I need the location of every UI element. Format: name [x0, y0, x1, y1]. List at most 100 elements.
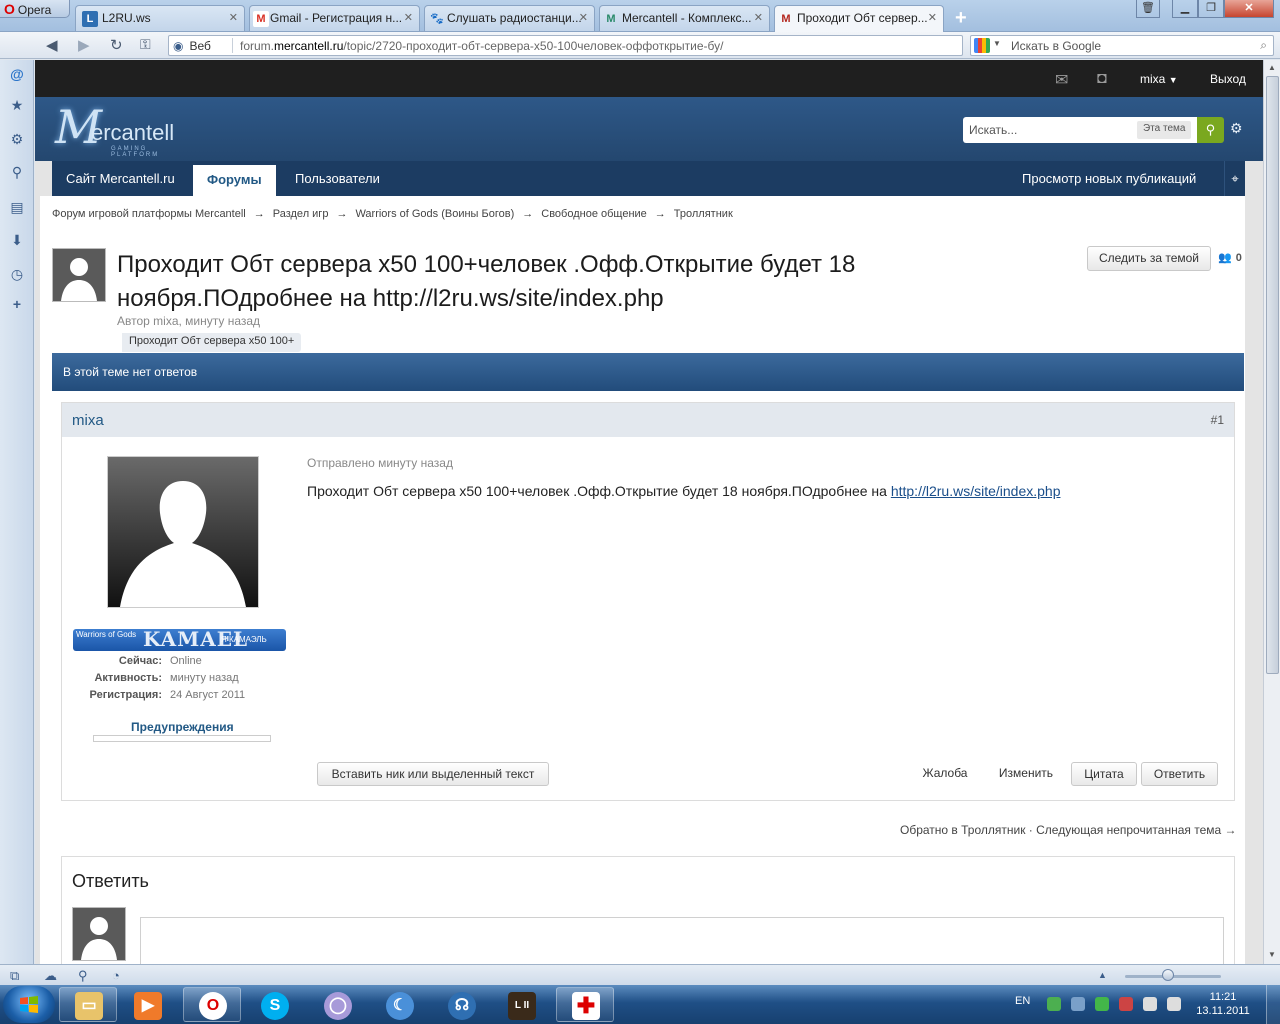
- close-tab-icon[interactable]: ✕: [579, 11, 588, 24]
- language-indicator[interactable]: EN: [1015, 995, 1030, 1007]
- downloads-icon[interactable]: ⬇: [9, 232, 25, 248]
- chevron-down-icon[interactable]: ▼: [993, 39, 1001, 48]
- browser-tab[interactable]: 🐾 Слушать радиостанци... ✕: [424, 5, 595, 31]
- topic-bottom-nav[interactable]: Обратно в Троллятник · Следующая непрочи…: [900, 823, 1237, 837]
- taskbar-lineage[interactable]: L II: [492, 987, 550, 1022]
- browser-tab[interactable]: M Gmail - Регистрация н... ✕: [249, 5, 420, 31]
- taskbar-media-player[interactable]: ▶: [118, 987, 176, 1022]
- panel-toggle-icon[interactable]: ⧉: [10, 968, 19, 984]
- web-scope[interactable]: ◉ Веб: [173, 39, 211, 53]
- post-link[interactable]: http://l2ru.ws/site/index.php: [891, 483, 1061, 499]
- tab-site[interactable]: Сайт Mercantell.ru: [52, 161, 189, 196]
- breadcrumb-link[interactable]: Свободное общение: [541, 208, 647, 220]
- scroll-up-icon[interactable]: ▲: [1268, 63, 1276, 72]
- follow-topic-button[interactable]: Следить за темой: [1087, 246, 1211, 271]
- mercantell-logo[interactable]: M ercantell GAMING PLATFORM: [55, 100, 195, 158]
- report-link[interactable]: Жалоба: [915, 762, 975, 786]
- bookmarks-star-icon[interactable]: ★: [9, 97, 25, 113]
- map-pin-icon[interactable]: ⌖: [1224, 161, 1245, 196]
- taskbar-app[interactable]: ✚: [556, 987, 614, 1022]
- reply-button[interactable]: Ответить: [1141, 762, 1218, 786]
- notifications-icon[interactable]: ◘: [1097, 70, 1107, 88]
- taskbar-app[interactable]: ◯: [308, 987, 366, 1022]
- url-text[interactable]: forum.mercantell.ru/topic/2720-проходит-…: [240, 39, 723, 53]
- start-button[interactable]: [3, 986, 55, 1023]
- notes-icon[interactable]: ▤: [9, 199, 25, 215]
- taskbar-app[interactable]: ☾: [370, 987, 428, 1022]
- widgets-gear-icon[interactable]: ⚙: [9, 131, 25, 147]
- address-field[interactable]: ◉ Веб forum.mercantell.ru/topic/2720-прох…: [168, 35, 963, 56]
- breadcrumb-link[interactable]: Warriors of Gods (Воины Богов): [355, 208, 514, 220]
- reload-icon[interactable]: ↻: [110, 36, 123, 54]
- browser-tab-active[interactable]: M Проходит Обт сервер... ✕: [774, 5, 944, 32]
- followers-count[interactable]: 👥 0: [1218, 251, 1242, 264]
- post-author-avatar[interactable]: [107, 456, 259, 608]
- zoom-slider-handle[interactable]: [1162, 969, 1174, 981]
- site-search-input[interactable]: Искать... Эта тема: [963, 117, 1197, 143]
- restore-button[interactable]: ❐: [1198, 0, 1224, 18]
- minimize-button[interactable]: ▁: [1172, 0, 1198, 18]
- key-icon[interactable]: ⚿: [140, 36, 151, 53]
- messages-envelope-icon[interactable]: ✉: [1055, 70, 1068, 90]
- tray-app-icon[interactable]: [1071, 997, 1085, 1011]
- warnings-label[interactable]: Предупреждения: [131, 720, 234, 734]
- page-scrollbar[interactable]: ▲ ▼: [1263, 60, 1280, 964]
- tab-users[interactable]: Пользователи: [281, 161, 394, 196]
- search-button[interactable]: ⚲: [1197, 117, 1224, 143]
- browser-tab[interactable]: L L2RU.ws ✕: [75, 5, 245, 31]
- forward-icon[interactable]: ▶: [78, 36, 90, 54]
- insert-nick-button[interactable]: Вставить ник или выделенный текст: [317, 762, 549, 786]
- add-panel-icon[interactable]: +: [9, 296, 25, 312]
- close-tab-icon[interactable]: ✕: [229, 11, 238, 24]
- new-tab-button[interactable]: +: [955, 7, 967, 30]
- history-clock-icon[interactable]: ◷: [9, 266, 25, 282]
- taskbar-clock[interactable]: 11:21 13.11.2011: [1190, 990, 1256, 1018]
- topic-tag[interactable]: Проходит Обт сервера x50 100+: [122, 333, 302, 352]
- close-window-button[interactable]: ✕: [1224, 0, 1274, 18]
- shield-icon[interactable]: [1095, 997, 1109, 1011]
- unite-icon[interactable]: ⚲: [78, 968, 88, 984]
- show-desktop-button[interactable]: [1266, 985, 1280, 1024]
- close-tab-icon[interactable]: ✕: [928, 11, 937, 24]
- opera-menu-button[interactable]: O Opera: [0, 0, 70, 18]
- volume-icon[interactable]: [1167, 997, 1181, 1011]
- taskbar-app[interactable]: ☊: [432, 987, 490, 1022]
- quote-button[interactable]: Цитата: [1071, 762, 1137, 786]
- unite-icon[interactable]: ⚲: [9, 164, 25, 180]
- web-search-field[interactable]: ▼ Искать в Google ⌕: [970, 35, 1274, 56]
- breadcrumb-link[interactable]: Раздел игр: [273, 208, 329, 220]
- tab-trash-icon[interactable]: 🗑: [1136, 0, 1160, 18]
- logout-link[interactable]: Выход: [1210, 72, 1246, 86]
- tray-app-icon[interactable]: [1047, 997, 1061, 1011]
- topic-author-avatar[interactable]: [52, 248, 106, 302]
- breadcrumb-link[interactable]: Троллятник: [674, 208, 733, 220]
- google-icon[interactable]: [974, 38, 990, 53]
- close-tab-icon[interactable]: ✕: [404, 11, 413, 24]
- edit-link[interactable]: Изменить: [991, 762, 1061, 786]
- scroll-down-icon[interactable]: ▼: [1268, 950, 1276, 959]
- turbo-icon[interactable]: ◔: [112, 968, 120, 983]
- taskbar-opera[interactable]: O: [183, 987, 241, 1022]
- cloud-icon[interactable]: ☁: [44, 968, 57, 984]
- post-number-link[interactable]: #1: [1211, 413, 1224, 427]
- chevron-up-icon[interactable]: ▲: [1098, 970, 1107, 980]
- taskbar-skype[interactable]: S: [245, 987, 303, 1022]
- scrollbar-thumb[interactable]: [1266, 76, 1279, 674]
- search-scope[interactable]: Эта тема: [1137, 121, 1192, 139]
- breadcrumb-link[interactable]: Форум игровой платформы Mercantell: [52, 208, 246, 220]
- monitor-icon[interactable]: [1143, 997, 1157, 1011]
- post-body: Проходит Обт сервера x50 100+человек .Оф…: [307, 483, 1061, 499]
- mail-icon[interactable]: @: [9, 66, 25, 82]
- taskbar-explorer[interactable]: ▭: [59, 987, 117, 1022]
- network-icon[interactable]: [1119, 997, 1133, 1011]
- tab-forums[interactable]: Форумы: [193, 165, 276, 196]
- view-new-posts-link[interactable]: Просмотр новых публикаций: [1022, 161, 1196, 196]
- post-author-link[interactable]: mixa: [72, 412, 104, 429]
- user-menu[interactable]: mixa ▼: [1140, 72, 1178, 86]
- browser-tab[interactable]: M Mercantell - Комплекс... ✕: [599, 5, 770, 31]
- back-icon[interactable]: ◀: [46, 36, 58, 54]
- reply-editor[interactable]: [140, 917, 1224, 964]
- search-icon[interactable]: ⌕: [1260, 38, 1267, 53]
- search-settings-gear-icon[interactable]: ⚙: [1230, 120, 1243, 137]
- close-tab-icon[interactable]: ✕: [754, 11, 763, 24]
